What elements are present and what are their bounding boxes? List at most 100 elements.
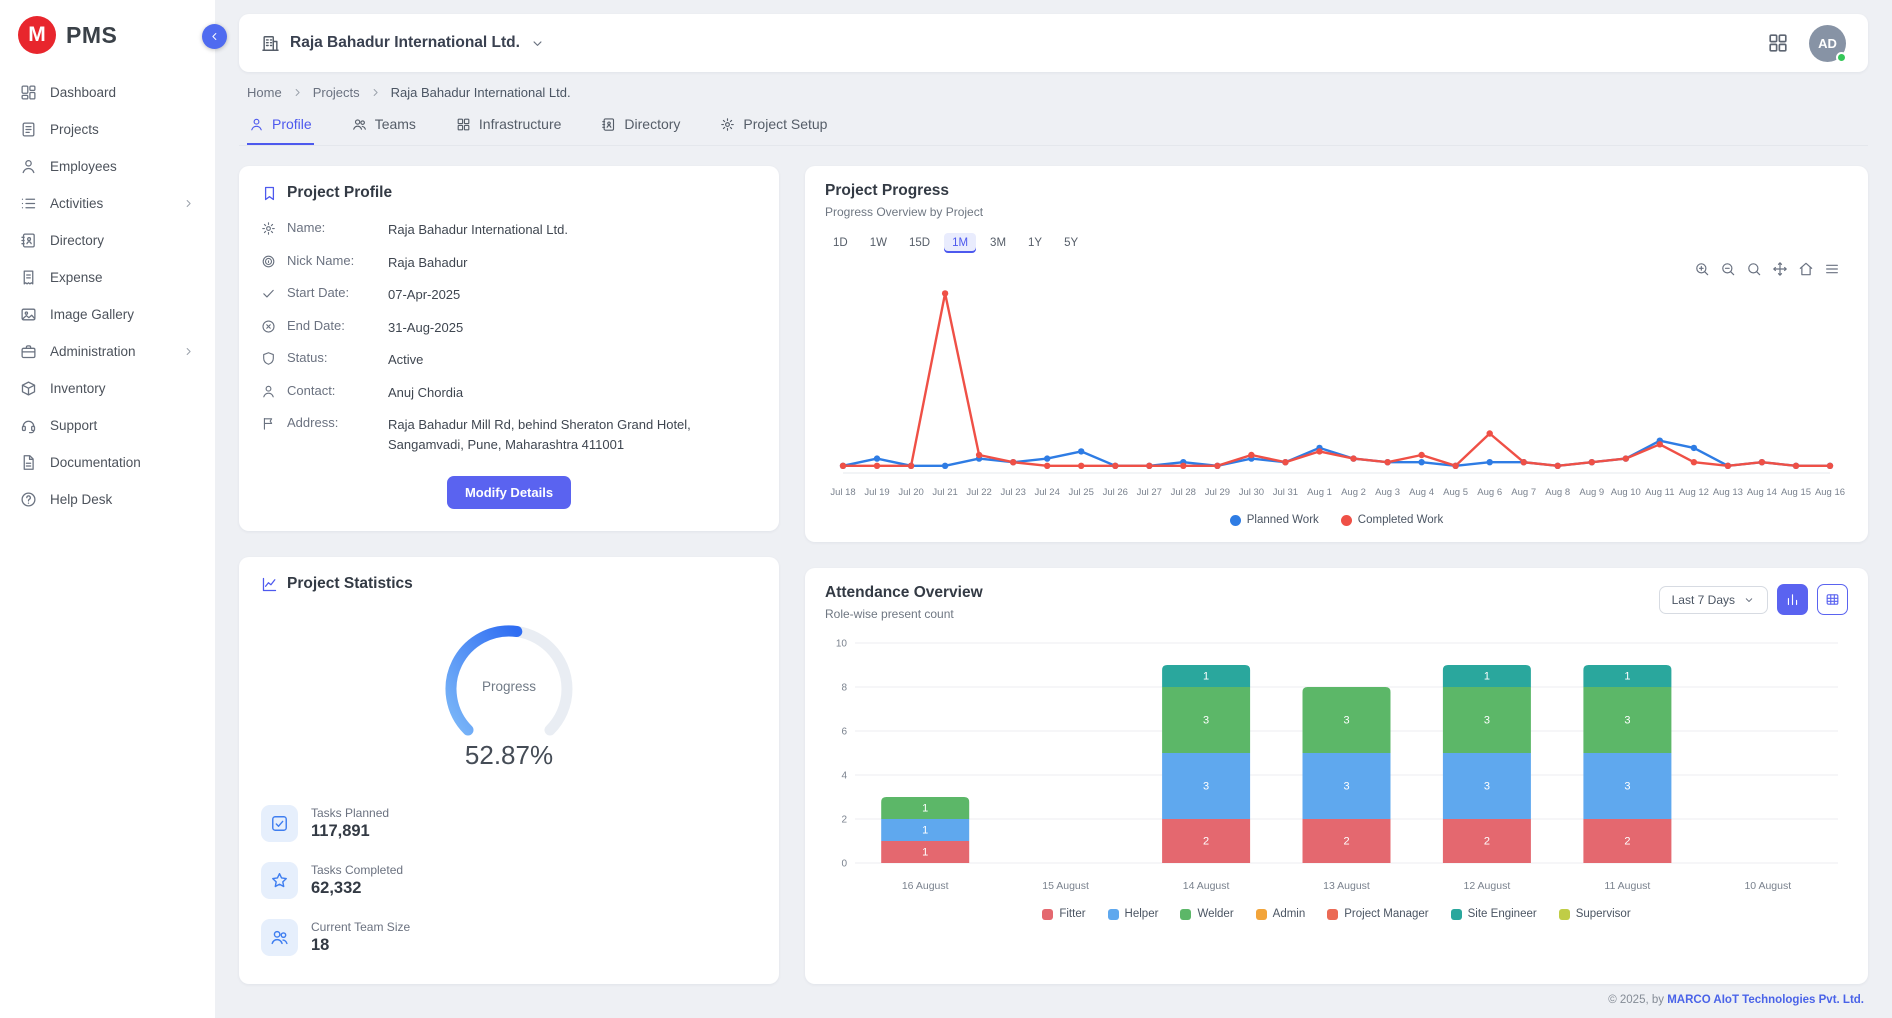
table-view-button[interactable] bbox=[1817, 584, 1848, 615]
stat-rows: Tasks Planned 117,891 Tasks Completed 62… bbox=[261, 805, 757, 956]
project-progress-chart[interactable]: Jul 18Jul 19Jul 20Jul 21Jul 22Jul 23Jul … bbox=[825, 257, 1848, 512]
stat-label: Tasks Completed bbox=[311, 863, 403, 877]
sidebar-item-help-desk[interactable]: Help Desk bbox=[0, 481, 215, 518]
field-value: Anuj Chordia bbox=[388, 383, 463, 403]
sidebar-item-image-gallery[interactable]: Image Gallery bbox=[0, 296, 215, 333]
footer-company-link[interactable]: MARCO AIoT Technologies Pvt. Ltd. bbox=[1667, 994, 1864, 1006]
range-15d-button[interactable]: 15D bbox=[901, 233, 938, 253]
svg-text:Jul 29: Jul 29 bbox=[1205, 487, 1230, 498]
field-value: 31-Aug-2025 bbox=[388, 318, 463, 338]
image-icon bbox=[20, 306, 37, 323]
sidebar-item-label: Dashboard bbox=[50, 85, 116, 100]
svg-text:15 August: 15 August bbox=[1042, 880, 1089, 892]
date-range-value: Last 7 Days bbox=[1672, 593, 1735, 607]
legend-item[interactable]: Welder bbox=[1180, 908, 1233, 920]
project-progress-card: Project Progress Progress Overview by Pr… bbox=[805, 166, 1868, 542]
sidebar-item-documentation[interactable]: Documentation bbox=[0, 444, 215, 481]
zoom-out-icon[interactable] bbox=[1720, 261, 1736, 277]
chart-toolbar bbox=[1694, 261, 1840, 277]
field-value: Raja Bahadur bbox=[388, 253, 468, 273]
headset-icon bbox=[20, 417, 37, 434]
avatar[interactable]: AD bbox=[1809, 25, 1846, 62]
legend-item[interactable]: Site Engineer bbox=[1451, 908, 1537, 920]
legend-item[interactable]: Planned Work bbox=[1230, 514, 1319, 526]
stat-value: 62,332 bbox=[311, 879, 403, 898]
svg-text:1: 1 bbox=[922, 847, 928, 859]
chart-line-icon bbox=[261, 576, 278, 593]
zoom-in-icon[interactable] bbox=[1694, 261, 1710, 277]
progress-gauge-label: Progress bbox=[414, 679, 604, 694]
top-header: Raja Bahadur International Ltd. AD bbox=[239, 14, 1868, 72]
main-content: Raja Bahadur International Ltd. AD Home … bbox=[215, 0, 1892, 1018]
sidebar-item-dashboard[interactable]: Dashboard bbox=[0, 74, 215, 111]
date-range-select[interactable]: Last 7 Days bbox=[1659, 586, 1768, 614]
breadcrumb-home[interactable]: Home bbox=[247, 85, 282, 100]
svg-text:14 August: 14 August bbox=[1183, 880, 1230, 892]
svg-text:Jul 22: Jul 22 bbox=[966, 487, 991, 498]
field-label: End Date: bbox=[287, 318, 377, 333]
box-icon bbox=[20, 380, 37, 397]
gear-icon bbox=[720, 117, 735, 132]
legend-item[interactable]: Supervisor bbox=[1559, 908, 1631, 920]
legend-item[interactable]: Project Manager bbox=[1327, 908, 1428, 920]
legend-item[interactable]: Fitter bbox=[1042, 908, 1085, 920]
range-1m-button[interactable]: 1M bbox=[944, 233, 976, 253]
tab-project-setup[interactable]: Project Setup bbox=[718, 108, 829, 145]
svg-text:10 August: 10 August bbox=[1744, 880, 1791, 892]
sidebar-collapse-button[interactable] bbox=[202, 24, 227, 49]
field-value: Active bbox=[388, 350, 423, 370]
tab-teams[interactable]: Teams bbox=[350, 108, 418, 145]
svg-text:2: 2 bbox=[841, 815, 847, 826]
legend-item[interactable]: Admin bbox=[1256, 908, 1306, 920]
sidebar-item-inventory[interactable]: Inventory bbox=[0, 370, 215, 407]
svg-text:Jul 20: Jul 20 bbox=[898, 487, 923, 498]
stat-value: 117,891 bbox=[311, 822, 389, 841]
company-selector[interactable]: Raja Bahadur International Ltd. bbox=[261, 34, 545, 53]
sidebar-item-directory[interactable]: Directory bbox=[0, 222, 215, 259]
apps-grid-button[interactable] bbox=[1767, 32, 1789, 54]
grid-icon bbox=[456, 117, 471, 132]
check-icon bbox=[261, 286, 276, 301]
svg-text:Jul 25: Jul 25 bbox=[1069, 487, 1094, 498]
breadcrumb-projects[interactable]: Projects bbox=[313, 85, 360, 100]
sidebar-item-projects[interactable]: Projects bbox=[0, 111, 215, 148]
field-label: Contact: bbox=[287, 383, 377, 398]
range-3m-button[interactable]: 3M bbox=[982, 233, 1014, 253]
sidebar-item-administration[interactable]: Administration bbox=[0, 333, 215, 370]
legend-item[interactable]: Completed Work bbox=[1341, 514, 1443, 526]
progress-gauge-value: 52.87% bbox=[261, 740, 757, 771]
range-1d-button[interactable]: 1D bbox=[825, 233, 856, 253]
svg-text:3: 3 bbox=[1203, 715, 1209, 727]
range-5y-button[interactable]: 5Y bbox=[1056, 233, 1086, 253]
svg-text:8: 8 bbox=[841, 683, 847, 694]
sidebar-item-employees[interactable]: Employees bbox=[0, 148, 215, 185]
range-1w-button[interactable]: 1W bbox=[862, 233, 895, 253]
selection-zoom-icon[interactable] bbox=[1746, 261, 1762, 277]
tab-infrastructure[interactable]: Infrastructure bbox=[454, 108, 563, 145]
sidebar-menu: Dashboard Projects Employees Activities … bbox=[0, 68, 215, 524]
sidebar-item-support[interactable]: Support bbox=[0, 407, 215, 444]
sidebar-item-activities[interactable]: Activities bbox=[0, 185, 215, 222]
progress-gauge: Progress bbox=[414, 611, 604, 742]
svg-text:16 August: 16 August bbox=[902, 880, 949, 892]
legend-item[interactable]: Helper bbox=[1108, 908, 1159, 920]
chart-menu-icon[interactable] bbox=[1824, 261, 1840, 277]
modify-details-button[interactable]: Modify Details bbox=[447, 476, 571, 509]
attendance-chart[interactable]: 024681011116 August15 August233114 Augus… bbox=[825, 629, 1848, 906]
reset-home-icon[interactable] bbox=[1798, 261, 1814, 277]
building-icon bbox=[261, 34, 280, 53]
svg-text:2: 2 bbox=[1484, 836, 1490, 848]
sidebar-item-label: Employees bbox=[50, 159, 117, 174]
tab-profile[interactable]: Profile bbox=[247, 108, 314, 145]
range-1y-button[interactable]: 1Y bbox=[1020, 233, 1050, 253]
tab-directory[interactable]: Directory bbox=[599, 108, 682, 145]
sidebar-item-label: Directory bbox=[50, 233, 104, 248]
svg-text:Aug 1: Aug 1 bbox=[1307, 487, 1332, 498]
chart-view-button[interactable] bbox=[1777, 584, 1808, 615]
svg-text:Jul 23: Jul 23 bbox=[1001, 487, 1026, 498]
app-title: PMS bbox=[66, 22, 117, 49]
pan-icon[interactable] bbox=[1772, 261, 1788, 277]
sidebar-item-expense[interactable]: Expense bbox=[0, 259, 215, 296]
field-label: Status: bbox=[287, 350, 377, 365]
sidebar-item-label: Projects bbox=[50, 122, 99, 137]
